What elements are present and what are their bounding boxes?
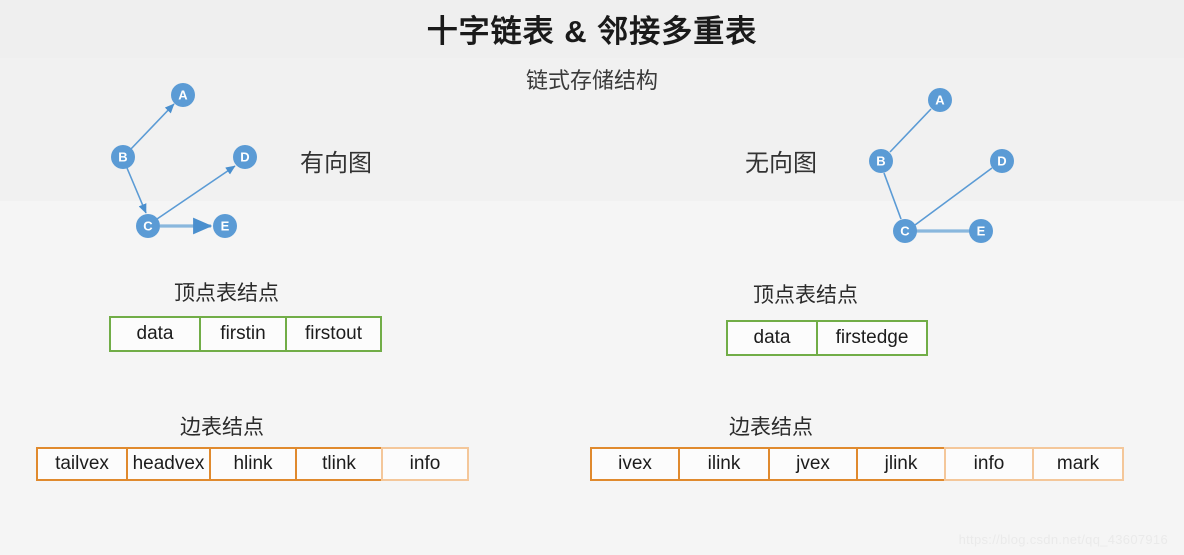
graph-node-a: A xyxy=(171,83,195,107)
directed-graph-label: 有向图 xyxy=(300,150,372,177)
graph-node-d-label: D xyxy=(997,154,1006,169)
vertex-cell-data: data xyxy=(109,316,201,352)
graph-node-d-label: D xyxy=(240,150,249,165)
edge-cell-ilink: ilink xyxy=(678,447,770,481)
graph-node-e-label: E xyxy=(221,219,230,234)
graph-node-e: E xyxy=(213,214,237,238)
graph-node-b: B xyxy=(111,145,135,169)
graph-node-e: E xyxy=(969,219,993,243)
vertex-cell-firstout: firstout xyxy=(285,316,382,352)
edge-c-d xyxy=(914,167,993,226)
left-vertex-node-heading: 顶点表结点 xyxy=(174,282,279,305)
directed-graph-edges xyxy=(126,103,236,235)
edge-cell-jlink: jlink xyxy=(856,447,946,481)
edge-cell-info: info xyxy=(381,447,469,481)
directed-graph-nodes: A B C D E xyxy=(111,83,257,238)
vertex-cell-data: data xyxy=(726,320,818,356)
graph-node-d: D xyxy=(990,149,1014,173)
undirected-graph-diagram: A B C D E xyxy=(869,88,1014,243)
edge-cell-tlink: tlink xyxy=(295,447,383,481)
right-edge-node-table: ivex ilink jvex jlink info mark xyxy=(590,447,1124,481)
edge-b-to-a xyxy=(129,103,175,151)
vertex-cell-firstedge: firstedge xyxy=(816,320,928,356)
right-edge-node-heading: 边表结点 xyxy=(729,416,813,439)
edge-cell-jvex: jvex xyxy=(768,447,858,481)
undirected-graph-nodes: A B C D E xyxy=(869,88,1014,243)
graph-node-c-label: C xyxy=(900,224,910,239)
graph-node-a-label: A xyxy=(935,93,945,108)
graph-node-b-label: B xyxy=(118,150,127,165)
edge-cell-tailvex: tailvex xyxy=(36,447,128,481)
edge-cell-ivex: ivex xyxy=(590,447,680,481)
edge-cell-mark: mark xyxy=(1032,447,1124,481)
undirected-graph-edges xyxy=(883,108,993,233)
edge-b-to-c xyxy=(126,167,147,214)
graph-node-c-label: C xyxy=(143,219,153,234)
graph-node-b: B xyxy=(869,149,893,173)
left-edge-node-table: tailvex headvex hlink tlink info xyxy=(36,447,469,481)
left-vertex-node-table: data firstin firstout xyxy=(109,316,382,352)
slide-canvas: 十字链表 & 邻接多重表 链式存储结构 A B C D E 有向图 A B C … xyxy=(0,0,1184,555)
undirected-graph-label: 无向图 xyxy=(745,150,817,177)
source-watermark: https://blog.csdn.net/qq_43607916 xyxy=(958,532,1168,547)
graph-node-e-label: E xyxy=(977,224,986,239)
edge-cell-info: info xyxy=(944,447,1034,481)
right-vertex-node-heading: 顶点表结点 xyxy=(753,284,858,307)
edge-cell-hlink: hlink xyxy=(209,447,297,481)
edge-a-b xyxy=(889,108,932,153)
edge-c-to-d xyxy=(156,165,236,220)
directed-graph-diagram: A B C D E xyxy=(111,83,257,238)
graph-node-c: C xyxy=(136,214,160,238)
graph-node-d: D xyxy=(233,145,257,169)
graph-node-b-label: B xyxy=(876,154,885,169)
edge-b-c xyxy=(883,172,902,220)
right-vertex-node-table: data firstedge xyxy=(726,320,928,356)
graph-node-a-label: A xyxy=(178,88,188,103)
edge-cell-headvex: headvex xyxy=(126,447,211,481)
vertex-cell-firstin: firstin xyxy=(199,316,287,352)
left-edge-node-heading: 边表结点 xyxy=(180,416,264,439)
graph-node-a: A xyxy=(928,88,952,112)
graph-node-c: C xyxy=(893,219,917,243)
